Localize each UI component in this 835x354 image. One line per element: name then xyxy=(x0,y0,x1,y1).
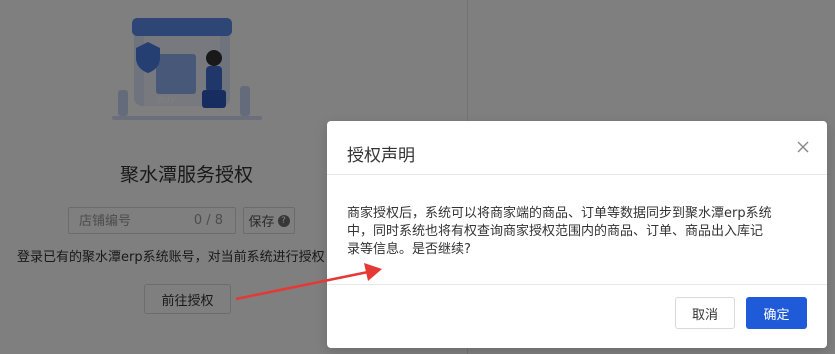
cancel-button[interactable]: 取消 xyxy=(675,297,735,329)
dialog-header: 授权声明 xyxy=(327,121,827,175)
close-icon[interactable] xyxy=(793,137,813,157)
dialog-title: 授权声明 xyxy=(347,146,415,166)
dialog-body-line: 录等信息。是否继续? xyxy=(347,242,471,257)
dialog-body: 商家授权后，系统可以将商家端的商品、订单等数据同步到聚水潭erp系统 中，同时系… xyxy=(347,205,817,259)
dialog-footer: 取消 确定 xyxy=(327,284,827,348)
confirm-button[interactable]: 确定 xyxy=(746,297,807,329)
authorization-dialog: 授权声明 商家授权后，系统可以将商家端的商品、订单等数据同步到聚水潭erp系统 … xyxy=(327,121,827,348)
dialog-body-line: 商家授权后，系统可以将商家端的商品、订单等数据同步到聚水潭erp系统 xyxy=(347,206,772,221)
dialog-body-line: 中，同时系统也将有权查询商家授权范围内的商品、订单、商品出入库记 xyxy=(347,224,764,239)
